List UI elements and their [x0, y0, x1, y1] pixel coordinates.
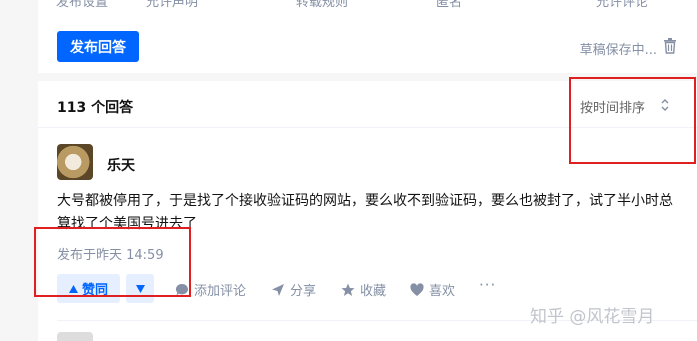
- author-name[interactable]: 乐天: [107, 155, 135, 175]
- next-answer-avatar[interactable]: [57, 332, 93, 341]
- more-icon[interactable]: ···: [479, 276, 496, 294]
- answer-count: 113 个回答: [57, 100, 134, 116]
- heart-icon: [410, 282, 424, 296]
- cut-text: 允许声明: [146, 0, 199, 10]
- share-icon: [272, 283, 284, 296]
- draft-status: 草稿保存中...: [579, 43, 657, 58]
- cut-text: 发布设置: [56, 0, 109, 10]
- add-comment-label: 添加评论: [194, 284, 247, 299]
- publish-settings-row: 发布设置 允许声明 转载规则 匿名 允许评论: [56, 0, 697, 11]
- trash-icon[interactable]: [663, 38, 677, 54]
- share-label: 分享: [290, 284, 317, 299]
- share-button[interactable]: 分享: [271, 280, 316, 299]
- cut-text: 匿名: [436, 0, 463, 10]
- avatar[interactable]: [57, 144, 93, 180]
- watermark: 知乎 @风花雪月: [530, 307, 655, 327]
- publish-answer-button[interactable]: 发布回答: [57, 31, 139, 62]
- answer-composer: 发布设置 允许声明 转载规则 匿名 允许评论 发布回答 草稿保存中...: [38, 0, 697, 73]
- annotation-sort-highlight: [569, 77, 696, 164]
- like-label: 喜欢: [429, 284, 456, 299]
- star-icon: [341, 283, 355, 296]
- annotation-time-highlight: [34, 227, 191, 297]
- like-button[interactable]: 喜欢: [410, 280, 455, 299]
- favorite-button[interactable]: 收藏: [341, 280, 386, 299]
- favorite-label: 收藏: [360, 284, 387, 299]
- cut-text: 允许评论: [596, 0, 649, 10]
- cut-text: 转载规则: [296, 0, 349, 10]
